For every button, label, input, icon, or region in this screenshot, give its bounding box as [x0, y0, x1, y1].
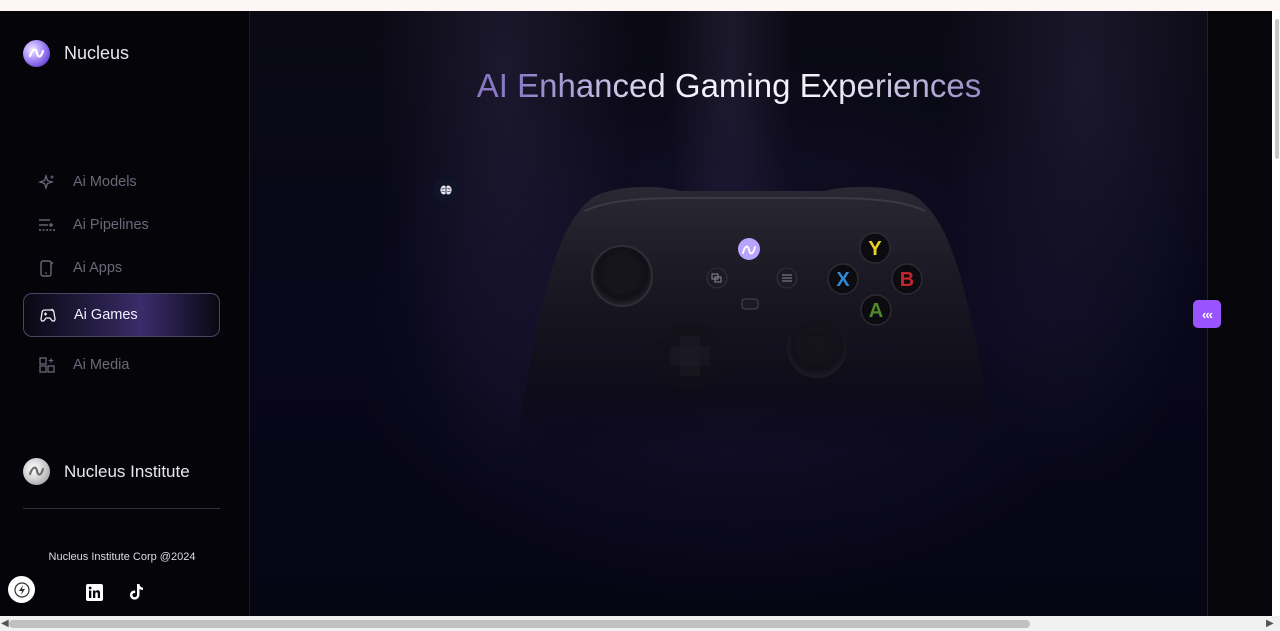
- media-grid-icon: [38, 356, 56, 374]
- linkedin-icon[interactable]: [85, 583, 103, 601]
- main-content: AI Enhanced Gaming Experiences Y X B A: [250, 11, 1208, 616]
- vertical-scrollbar[interactable]: [1272, 11, 1280, 616]
- brain-icon[interactable]: [433, 177, 459, 203]
- sidebar-divider: [23, 508, 220, 509]
- sidebar: Nucleus Ai Models Ai Pipelines Ai Apps A…: [0, 11, 250, 616]
- sidebar-item-label: Ai Apps: [73, 260, 123, 276]
- institute-name: Nucleus Institute: [64, 461, 190, 481]
- institute-link[interactable]: Nucleus Institute: [23, 458, 190, 485]
- sparkles-icon: [38, 173, 56, 191]
- tiktok-icon[interactable]: [127, 583, 145, 601]
- sidebar-item-ai-models[interactable]: Ai Models: [23, 164, 220, 200]
- sidebar-nav: Ai Models Ai Pipelines Ai Apps Ai Games: [23, 164, 220, 390]
- sidebar-item-ai-media[interactable]: Ai Media: [23, 347, 220, 383]
- sidebar-item-ai-games[interactable]: Ai Games: [23, 293, 220, 337]
- copyright-text: Nucleus Institute Corp @2024: [48, 551, 196, 563]
- brand[interactable]: Nucleus: [23, 40, 129, 67]
- nucleus-logo-icon: [23, 40, 50, 67]
- y-button-label: Y: [868, 238, 882, 260]
- scroll-right-icon[interactable]: ▶: [1266, 618, 1274, 629]
- sidebar-item-label: Ai Pipelines: [73, 217, 149, 233]
- horizontal-scrollbar[interactable]: ◀ ▶: [0, 616, 1280, 631]
- b-button-label: B: [900, 269, 914, 291]
- phone-apps-icon: [38, 259, 56, 277]
- horizontal-scrollbar-thumb[interactable]: [9, 620, 1030, 628]
- pipeline-icon: [38, 216, 56, 234]
- game-controller-image: Y X B A: [515, 186, 995, 456]
- x-button-label: X: [836, 269, 850, 291]
- expand-panel-button[interactable]: ‹‹‹: [1193, 300, 1221, 328]
- sidebar-item-label: Ai Games: [74, 307, 138, 323]
- nucleus-institute-logo-icon: [23, 458, 50, 485]
- gamepad-icon: [39, 306, 57, 324]
- sidebar-item-ai-pipelines[interactable]: Ai Pipelines: [23, 207, 220, 243]
- browser-top-strip: [0, 0, 1280, 11]
- sidebar-item-label: Ai Media: [73, 357, 130, 373]
- page-title: AI Enhanced Gaming Experiences: [250, 67, 1208, 105]
- sidebar-item-ai-apps[interactable]: Ai Apps: [23, 250, 220, 286]
- brand-name: Nucleus: [64, 43, 130, 63]
- vertical-scrollbar-thumb[interactable]: [1275, 19, 1279, 159]
- a-button-label: A: [869, 300, 883, 322]
- app-window: Nucleus Ai Models Ai Pipelines Ai Apps A…: [0, 11, 1272, 616]
- scroll-left-icon[interactable]: ◀: [1, 618, 9, 629]
- sidebar-item-label: Ai Models: [73, 174, 137, 190]
- bolt-icon[interactable]: [8, 576, 35, 603]
